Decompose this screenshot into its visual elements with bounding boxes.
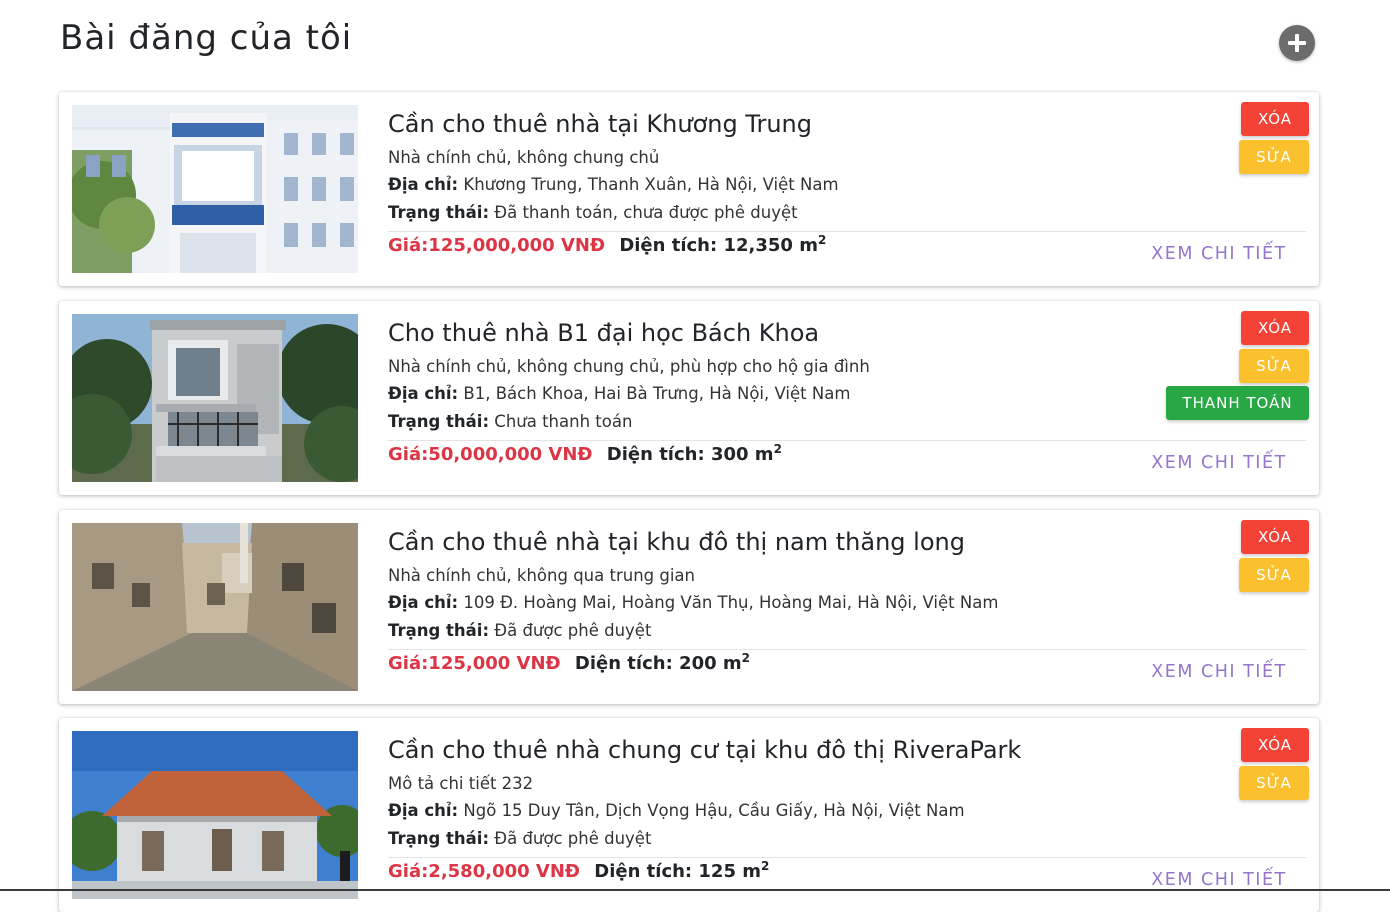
page-title: Bài đăng của tôi bbox=[60, 18, 353, 58]
delete-button[interactable]: XÓA bbox=[1241, 728, 1309, 762]
view-detail-button[interactable]: XEM CHI TIẾT bbox=[1129, 656, 1309, 688]
post-card: Cần cho thuê nhà tại Khương Trung Nhà ch… bbox=[59, 92, 1319, 286]
post-title[interactable]: Cần cho thuê nhà chung cư tại khu đô thị… bbox=[388, 736, 1021, 764]
post-area: Diện tích: 125 m2 bbox=[594, 859, 770, 882]
post-price: Giá:50,000,000 VNĐ bbox=[388, 444, 593, 465]
post-image[interactable] bbox=[72, 314, 358, 482]
delete-button[interactable]: XÓA bbox=[1241, 311, 1309, 345]
price-row: Giá:125,000,000 VNĐ Diện tích: 12,350 m2 bbox=[388, 233, 826, 256]
status-label: Trạng thái: bbox=[388, 621, 490, 640]
view-detail-button[interactable]: XEM CHI TIẾT bbox=[1129, 238, 1309, 270]
post-image[interactable] bbox=[72, 731, 358, 899]
post-area: Diện tích: 300 m2 bbox=[606, 442, 782, 465]
price-row: Giá:50,000,000 VNĐ Diện tích: 300 m2 bbox=[388, 442, 782, 465]
edit-button[interactable]: SỬA bbox=[1239, 766, 1309, 800]
status-label: Trạng thái: bbox=[388, 829, 490, 848]
post-description: Nhà chính chủ, không chung chủ, phù hợp … bbox=[388, 357, 870, 376]
divider bbox=[388, 231, 1306, 232]
status-value: Đã thanh toán, chưa được phê duyệt bbox=[494, 203, 798, 222]
post-area: Diện tích: 12,350 m2 bbox=[619, 233, 827, 256]
status-label: Trạng thái: bbox=[388, 203, 490, 222]
address-label: Địa chỉ: bbox=[388, 593, 459, 612]
delete-button[interactable]: XÓA bbox=[1241, 520, 1309, 554]
price-row: Giá:125,000 VNĐ Diện tích: 200 m2 bbox=[388, 651, 750, 674]
address-value: B1, Bách Khoa, Hai Bà Trưng, Hà Nội, Việ… bbox=[463, 384, 851, 403]
view-detail-button[interactable]: XEM CHI TIẾT bbox=[1129, 447, 1309, 479]
status-value: Đã được phê duyệt bbox=[494, 829, 652, 848]
add-post-button[interactable] bbox=[1279, 25, 1315, 61]
post-status: Trạng thái: Đã được phê duyệt bbox=[388, 621, 651, 640]
post-status: Trạng thái: Đã thanh toán, chưa được phê… bbox=[388, 203, 798, 222]
post-address: Địa chỉ: Ngõ 15 Duy Tân, Dịch Vọng Hậu, … bbox=[388, 801, 965, 820]
post-title[interactable]: Cần cho thuê nhà tại khu đô thị nam thăn… bbox=[388, 528, 965, 556]
post-description: Nhà chính chủ, không qua trung gian bbox=[388, 566, 695, 585]
price-row: Giá:2,580,000 VNĐ Diện tích: 125 m2 bbox=[388, 859, 769, 882]
divider bbox=[388, 649, 1306, 650]
post-address: Địa chỉ: 109 Đ. Hoàng Mai, Hoàng Văn Thụ… bbox=[388, 593, 998, 612]
status-label: Trạng thái: bbox=[388, 412, 490, 431]
post-address: Địa chỉ: B1, Bách Khoa, Hai Bà Trưng, Hà… bbox=[388, 384, 850, 403]
address-value: 109 Đ. Hoàng Mai, Hoàng Văn Thụ, Hoàng M… bbox=[463, 593, 999, 612]
status-value: Chưa thanh toán bbox=[494, 412, 633, 431]
post-price: Giá:2,580,000 VNĐ bbox=[388, 861, 580, 882]
post-card: Cần cho thuê nhà chung cư tại khu đô thị… bbox=[59, 718, 1319, 912]
address-label: Địa chỉ: bbox=[388, 384, 459, 403]
edit-button[interactable]: SỬA bbox=[1239, 349, 1309, 383]
post-image[interactable] bbox=[72, 105, 358, 273]
view-detail-button[interactable]: XEM CHI TIẾT bbox=[1129, 864, 1309, 896]
address-value: Khương Trung, Thanh Xuân, Hà Nội, Việt N… bbox=[463, 175, 839, 194]
status-value: Đã được phê duyệt bbox=[494, 621, 652, 640]
address-label: Địa chỉ: bbox=[388, 175, 459, 194]
post-status: Trạng thái: Đã được phê duyệt bbox=[388, 829, 651, 848]
post-price: Giá:125,000,000 VNĐ bbox=[388, 235, 606, 256]
divider bbox=[388, 440, 1306, 441]
edit-button[interactable]: SỬA bbox=[1239, 140, 1309, 174]
post-area: Diện tích: 200 m2 bbox=[574, 651, 751, 674]
post-title[interactable]: Cần cho thuê nhà tại Khương Trung bbox=[388, 110, 812, 138]
post-card: Cho thuê nhà B1 đại học Bách Khoa Nhà ch… bbox=[59, 301, 1319, 495]
post-description: Nhà chính chủ, không chung chủ bbox=[388, 148, 660, 167]
delete-button[interactable]: XÓA bbox=[1241, 102, 1309, 136]
post-card: Cần cho thuê nhà tại khu đô thị nam thăn… bbox=[59, 510, 1319, 704]
post-image[interactable] bbox=[72, 523, 358, 691]
divider bbox=[388, 857, 1306, 858]
pay-button[interactable]: THANH TOÁN bbox=[1166, 386, 1309, 420]
post-status: Trạng thái: Chưa thanh toán bbox=[388, 412, 632, 431]
post-price: Giá:125,000 VNĐ bbox=[388, 653, 561, 674]
address-label: Địa chỉ: bbox=[388, 801, 459, 820]
post-title[interactable]: Cho thuê nhà B1 đại học Bách Khoa bbox=[388, 319, 819, 347]
post-address: Địa chỉ: Khương Trung, Thanh Xuân, Hà Nộ… bbox=[388, 175, 839, 194]
address-value: Ngõ 15 Duy Tân, Dịch Vọng Hậu, Cầu Giấy,… bbox=[463, 801, 965, 820]
edit-button[interactable]: SỬA bbox=[1239, 558, 1309, 592]
post-description: Mô tả chi tiết 232 bbox=[388, 774, 534, 793]
